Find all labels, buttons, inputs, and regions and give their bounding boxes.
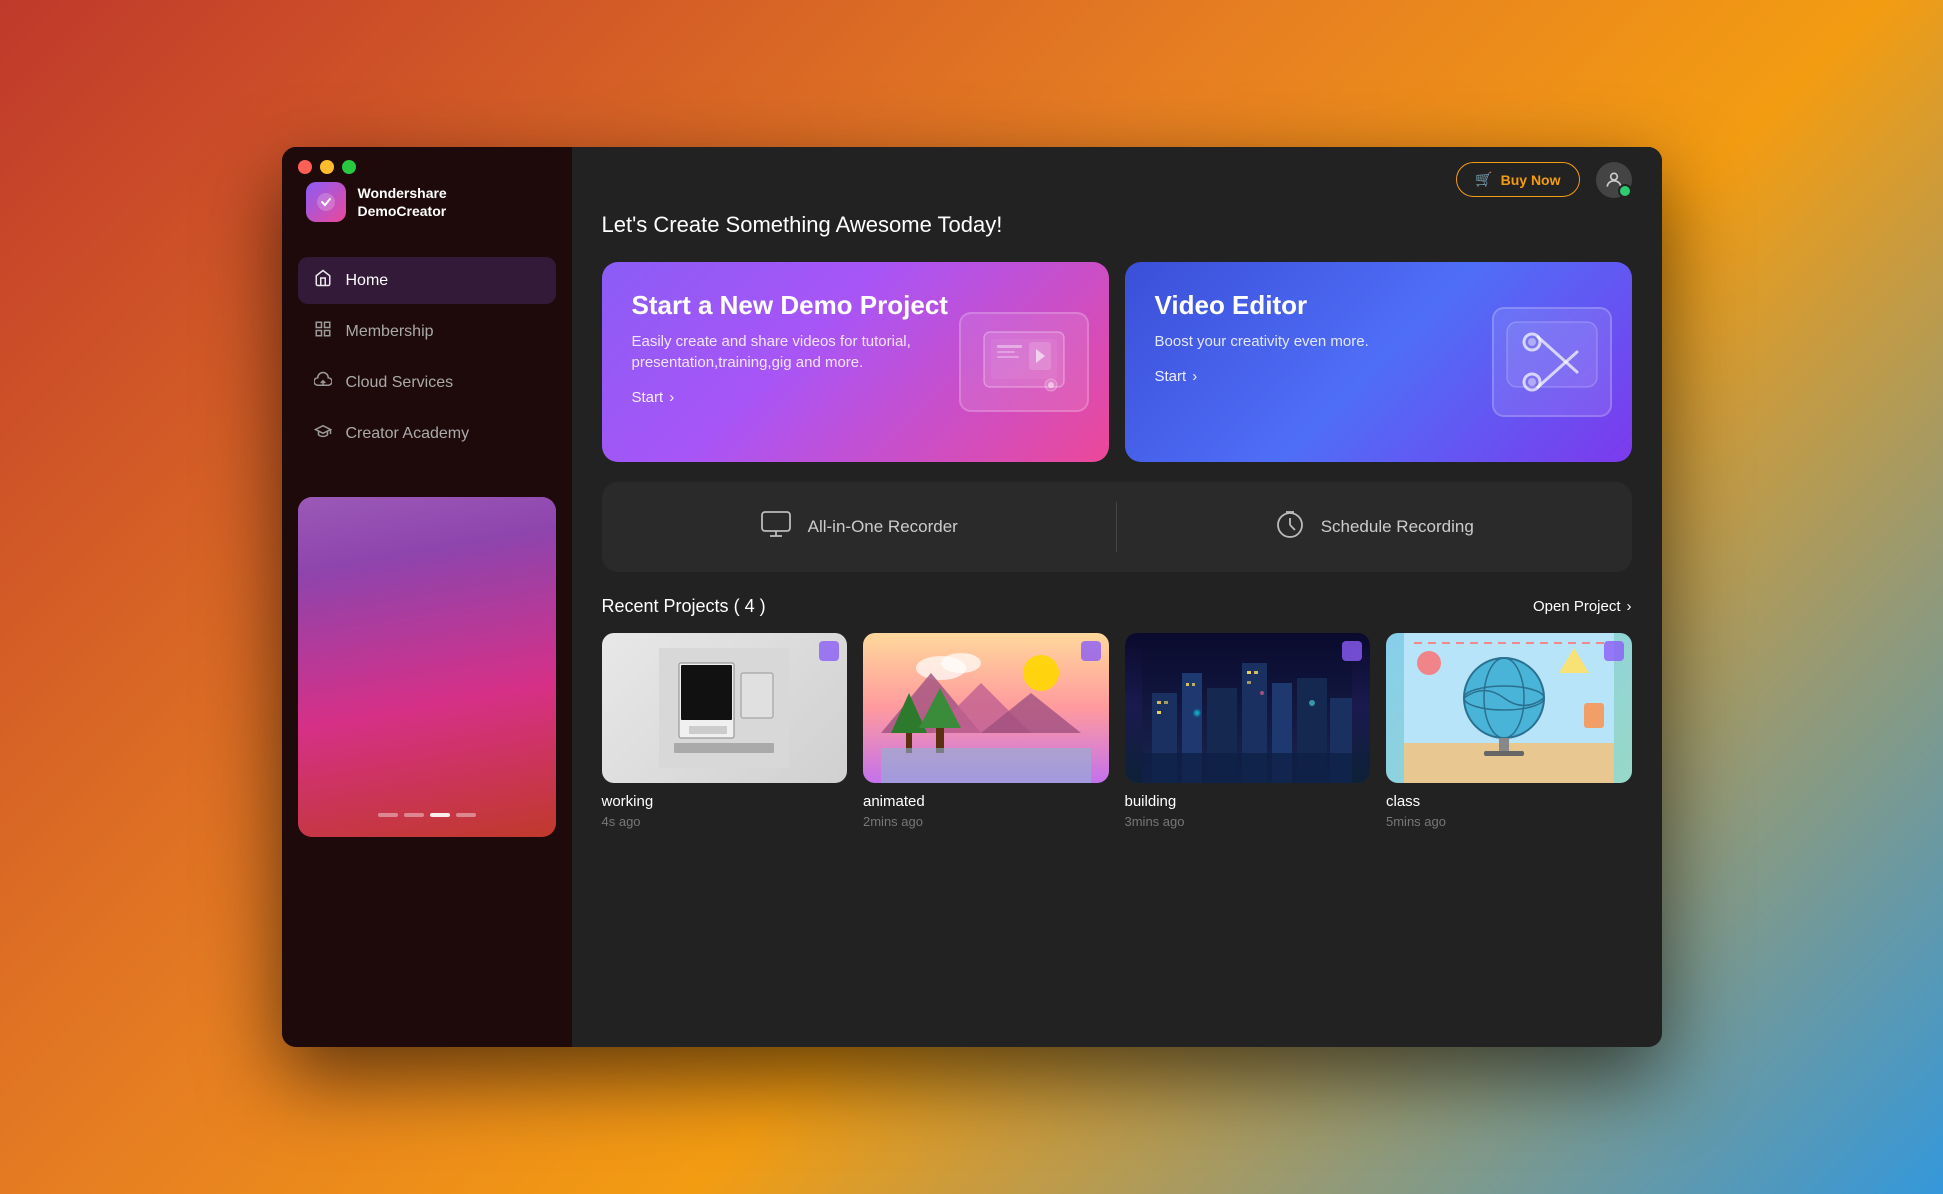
promo-dot-1 xyxy=(378,813,398,817)
video-editor-card[interactable]: Video Editor Boost your creativity even … xyxy=(1125,262,1632,462)
sidebar-item-home[interactable]: Home xyxy=(298,257,556,304)
arrow-right-icon-2: › xyxy=(1192,368,1197,385)
project-time-working: 4s ago xyxy=(602,814,848,829)
cloud-services-label: Cloud Services xyxy=(346,374,454,392)
project-name-animated: animated xyxy=(863,793,1109,810)
monitor-icon xyxy=(760,510,792,545)
creator-academy-label: Creator Academy xyxy=(346,425,470,443)
project-time-class: 5mins ago xyxy=(1386,814,1632,829)
page-title: Let's Create Something Awesome Today! xyxy=(602,212,1632,238)
project-name-building: building xyxy=(1125,793,1371,810)
projects-grid: working 4s ago xyxy=(602,633,1632,829)
hero-section: Start a New Demo Project Easily create a… xyxy=(602,262,1632,462)
cart-icon: 🛒 xyxy=(1475,171,1492,188)
project-tag-working xyxy=(819,641,839,661)
project-thumb-class xyxy=(1386,633,1632,783)
recorder-section: All-in-One Recorder Schedule Recording xyxy=(602,482,1632,572)
traffic-light-close[interactable] xyxy=(298,160,312,174)
titlebar xyxy=(282,147,572,187)
user-avatar[interactable] xyxy=(1596,162,1632,198)
project-tag-class xyxy=(1604,641,1624,661)
arrow-right-icon: › xyxy=(669,389,674,406)
sidebar-item-cloud-services[interactable]: Cloud Services xyxy=(298,359,556,406)
project-name-class: class xyxy=(1386,793,1632,810)
project-time-animated: 2mins ago xyxy=(863,814,1109,829)
cloud-icon xyxy=(314,371,332,394)
home-label: Home xyxy=(346,272,389,290)
app-logo-icon xyxy=(306,182,346,222)
sidebar-promo-banner[interactable] xyxy=(298,497,556,837)
project-card-working[interactable]: working 4s ago xyxy=(602,633,848,829)
open-project-button[interactable]: Open Project › xyxy=(1533,598,1632,615)
project-card-building[interactable]: building 3mins ago xyxy=(1125,633,1371,829)
buy-now-button[interactable]: 🛒 Buy Now xyxy=(1456,162,1579,197)
project-thumb-animated xyxy=(863,633,1109,783)
chevron-right-icon: › xyxy=(1627,598,1632,615)
membership-label: Membership xyxy=(346,323,434,341)
promo-dot-4 xyxy=(456,813,476,817)
home-icon xyxy=(314,269,332,292)
promo-indicator xyxy=(378,813,476,817)
sidebar-item-membership[interactable]: Membership xyxy=(298,308,556,355)
project-time-building: 3mins ago xyxy=(1125,814,1371,829)
main-content: 🛒 Buy Now Let's Create Something Awesome… xyxy=(572,147,1662,1047)
demo-card-desc: Easily create and share videos for tutor… xyxy=(632,331,923,373)
project-card-animated[interactable]: animated 2mins ago xyxy=(863,633,1109,829)
editor-card-image xyxy=(1492,307,1612,417)
project-thumb-working xyxy=(602,633,848,783)
all-in-one-label: All-in-One Recorder xyxy=(808,517,958,537)
all-in-one-recorder-button[interactable]: All-in-One Recorder xyxy=(602,482,1117,572)
promo-dot-2 xyxy=(404,813,424,817)
project-name-working: working xyxy=(602,793,848,810)
academy-icon xyxy=(314,422,332,445)
demo-project-card[interactable]: Start a New Demo Project Easily create a… xyxy=(602,262,1109,462)
project-thumb-building xyxy=(1125,633,1371,783)
clock-icon xyxy=(1275,509,1305,546)
membership-icon xyxy=(314,320,332,343)
project-tag-building xyxy=(1342,641,1362,661)
promo-dot-3 xyxy=(430,813,450,817)
nav-menu: Home Membership Cloud Se xyxy=(282,237,572,477)
sidebar-item-creator-academy[interactable]: Creator Academy xyxy=(298,410,556,457)
schedule-recording-label: Schedule Recording xyxy=(1321,517,1474,537)
project-tag-animated xyxy=(1081,641,1101,661)
recent-projects-header: Recent Projects ( 4 ) Open Project › xyxy=(602,596,1632,617)
editor-card-desc: Boost your creativity even more. xyxy=(1155,331,1446,352)
project-card-class[interactable]: class 5mins ago xyxy=(1386,633,1632,829)
app-name: Wondershare DemoCreator xyxy=(358,184,447,220)
top-bar: 🛒 Buy Now xyxy=(572,147,1662,212)
schedule-recording-button[interactable]: Schedule Recording xyxy=(1117,482,1632,572)
traffic-light-minimize[interactable] xyxy=(320,160,334,174)
traffic-light-fullscreen[interactable] xyxy=(342,160,356,174)
sidebar: Wondershare DemoCreator Home xyxy=(282,147,572,1047)
recent-projects-title: Recent Projects ( 4 ) xyxy=(602,596,766,617)
demo-card-image xyxy=(959,312,1089,412)
content-area: Let's Create Something Awesome Today! St… xyxy=(572,212,1662,1047)
